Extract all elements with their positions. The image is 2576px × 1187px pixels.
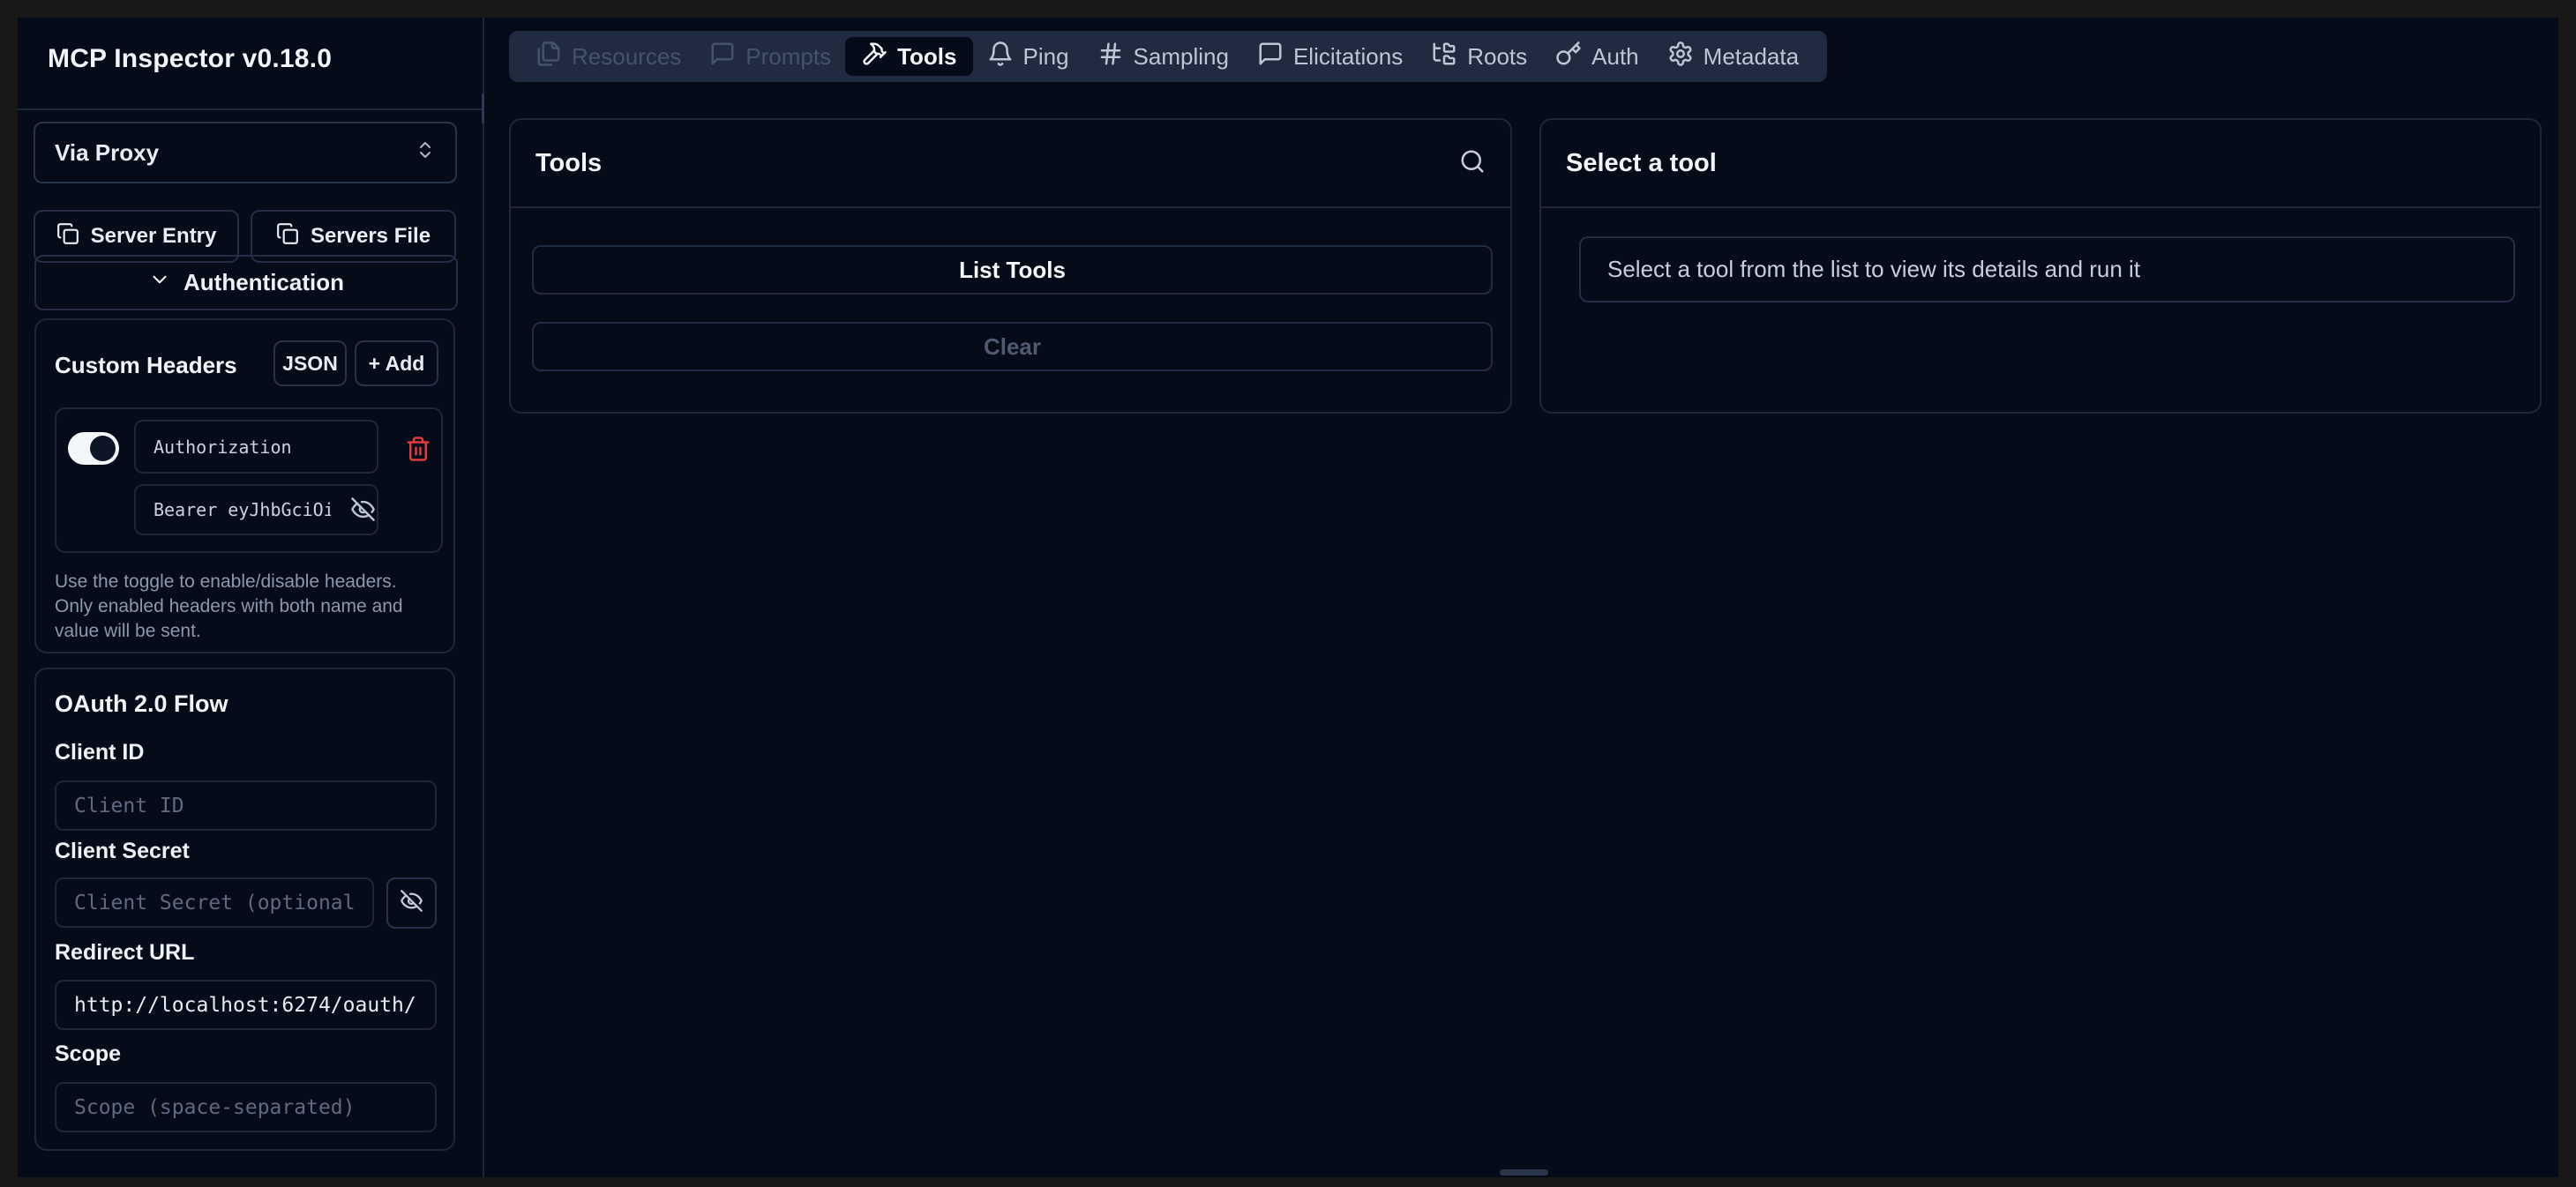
horizontal-scrollbar-thumb[interactable]	[1500, 1169, 1548, 1176]
client-secret-visibility-button[interactable]	[386, 877, 437, 929]
gear-icon	[1667, 41, 1694, 73]
header-name-input[interactable]	[134, 420, 378, 474]
scope-input[interactable]	[55, 1082, 437, 1132]
header-row	[55, 407, 443, 553]
tool-detail-title: Select a tool	[1566, 149, 1717, 178]
copy-icon	[276, 222, 299, 251]
oauth-card: OAuth 2.0 Flow Client ID Client Secret R…	[34, 668, 455, 1151]
message-square-icon	[709, 41, 736, 73]
message-square-icon	[1257, 41, 1284, 73]
custom-headers-card: Custom Headers JSON + Add Use	[34, 318, 455, 653]
client-secret-label: Client Secret	[55, 839, 190, 864]
redirect-url-input[interactable]	[55, 980, 437, 1030]
tab-metadata[interactable]: Metadata	[1653, 31, 1813, 82]
bell-icon	[987, 41, 1014, 73]
tools-panel-header: Tools	[511, 120, 1510, 208]
hammer-icon	[861, 41, 887, 73]
eye-off-icon[interactable]	[350, 496, 376, 522]
chevron-down-icon	[148, 268, 171, 297]
search-icon[interactable]	[1459, 148, 1486, 179]
authentication-label: Authentication	[183, 269, 344, 296]
tab-prompts[interactable]: Prompts	[695, 31, 845, 82]
list-tools-button[interactable]: List Tools	[532, 245, 1493, 295]
tab-elicitations[interactable]: Elicitations	[1243, 31, 1417, 82]
tab-label: Roots	[1467, 43, 1527, 71]
server-entry-label: Server Entry	[91, 224, 217, 249]
transport-select-value: Via Proxy	[55, 139, 159, 167]
redirect-url-label: Redirect URL	[55, 940, 194, 966]
sidebar: MCP Inspector v0.18.0 Via Proxy Server E…	[18, 18, 484, 1177]
main-tabs-bar: Resources Prompts Tools Ping Sampling El…	[509, 31, 1827, 82]
tab-roots[interactable]: Roots	[1417, 31, 1541, 82]
tab-label: Tools	[897, 43, 956, 71]
tab-label: Resources	[572, 43, 681, 71]
eye-off-icon	[400, 889, 423, 917]
tool-detail-panel: Select a tool Select a tool from the lis…	[1539, 118, 2542, 414]
transport-select[interactable]: Via Proxy	[34, 122, 457, 183]
tool-detail-header: Select a tool	[1541, 120, 2540, 208]
tab-ping[interactable]: Ping	[973, 31, 1083, 82]
client-id-label: Client ID	[55, 740, 144, 765]
custom-headers-title: Custom Headers	[55, 352, 237, 379]
key-icon	[1555, 41, 1582, 73]
app-window: MCP Inspector v0.18.0 Via Proxy Server E…	[18, 18, 2558, 1177]
clear-button[interactable]: Clear	[532, 322, 1493, 371]
header-value-input[interactable]	[134, 484, 378, 535]
tab-auth[interactable]: Auth	[1541, 31, 1653, 82]
authentication-collapse-button[interactable]: Authentication	[34, 255, 458, 310]
copy-icon	[56, 222, 79, 251]
tab-tools[interactable]: Tools	[845, 37, 972, 76]
tools-panel: Tools List Tools Clear	[509, 118, 1512, 414]
tool-detail-empty-message: Select a tool from the list to view its …	[1579, 236, 2515, 302]
tab-label: Prompts	[745, 43, 831, 71]
client-id-input[interactable]	[55, 780, 437, 831]
trash-icon[interactable]	[405, 436, 431, 462]
screen: MCP Inspector v0.18.0 Via Proxy Server E…	[0, 0, 2576, 1187]
files-icon	[535, 41, 562, 73]
tab-label: Ping	[1023, 43, 1069, 71]
client-secret-input[interactable]	[55, 877, 374, 928]
sidebar-resize-handle[interactable]	[482, 93, 484, 123]
headers-help-text: Use the toggle to enable/disable headers…	[55, 570, 415, 644]
tab-sampling[interactable]: Sampling	[1083, 31, 1243, 82]
header-enabled-toggle[interactable]	[68, 432, 119, 465]
toggle-knob	[90, 436, 116, 461]
app-title: MCP Inspector v0.18.0	[48, 44, 332, 74]
servers-file-label: Servers File	[311, 224, 431, 249]
tab-resources[interactable]: Resources	[521, 31, 695, 82]
hash-icon	[1097, 41, 1124, 73]
tab-label: Metadata	[1704, 43, 1799, 71]
tab-label: Auth	[1591, 43, 1639, 71]
tools-panel-title: Tools	[535, 149, 602, 178]
folder-tree-icon	[1431, 41, 1457, 73]
json-mode-button[interactable]: JSON	[273, 340, 347, 386]
chevrons-up-down-icon	[415, 139, 436, 167]
tab-label: Elicitations	[1293, 43, 1403, 71]
scope-label: Scope	[55, 1041, 121, 1067]
sidebar-divider	[18, 108, 483, 110]
tab-label: Sampling	[1134, 43, 1229, 71]
oauth-title: OAuth 2.0 Flow	[55, 691, 228, 718]
add-header-button[interactable]: + Add	[355, 340, 438, 386]
